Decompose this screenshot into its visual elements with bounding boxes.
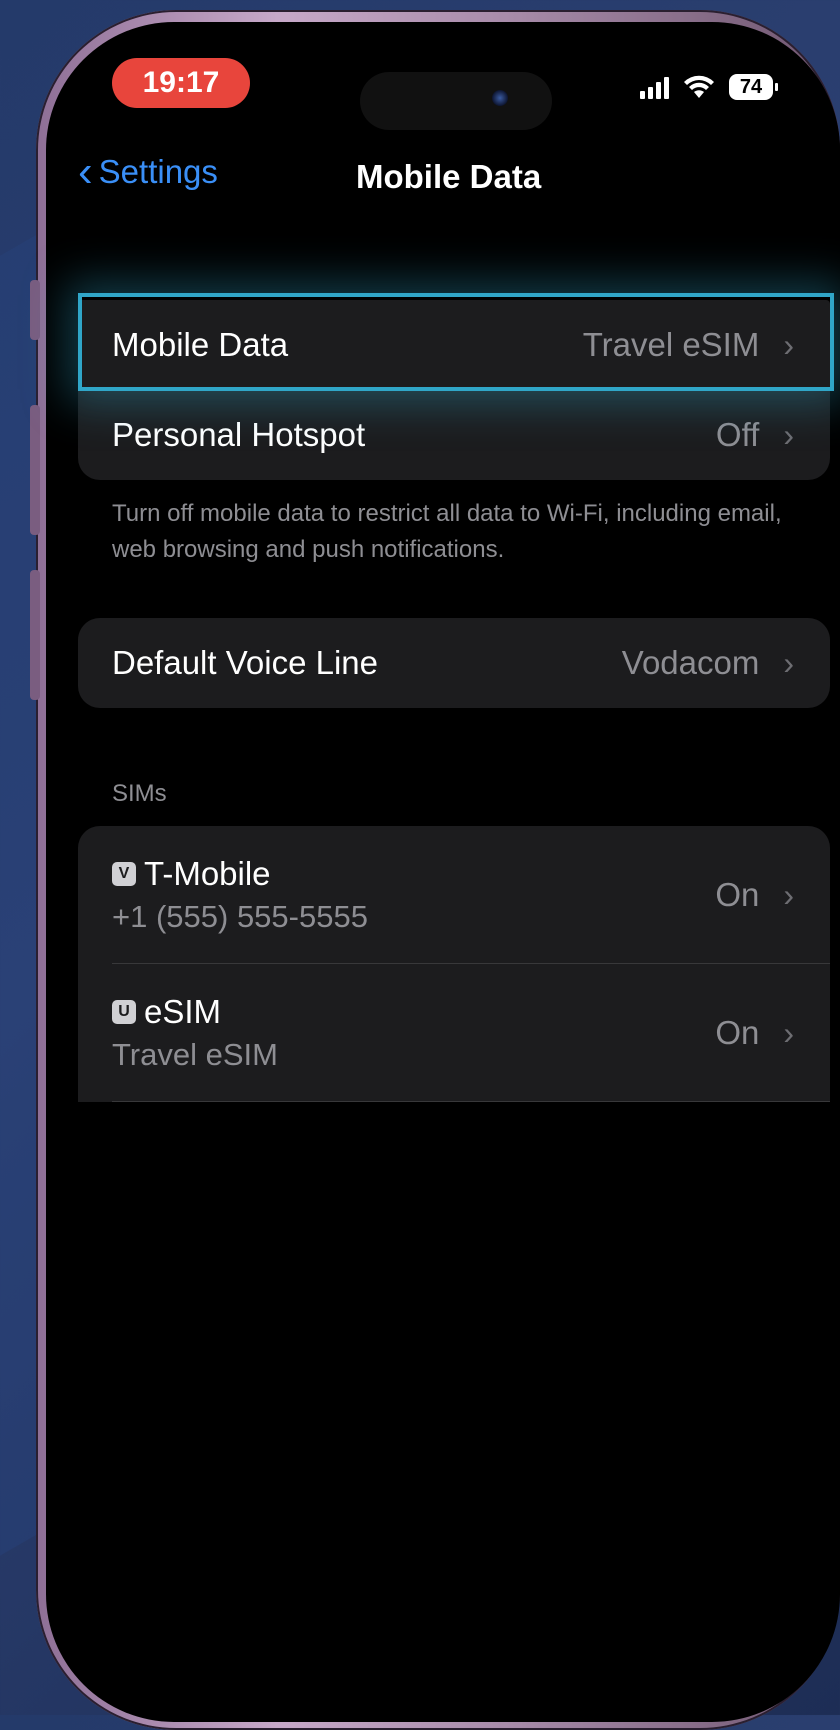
chevron-left-icon: ‹ [78,147,93,196]
dynamic-island [360,72,552,130]
sim-status: On [715,876,760,913]
sim-label: Travel eSIM [112,1037,278,1072]
row-value: Vodacom [621,644,760,681]
back-button[interactable]: ‹ Settings [78,150,218,194]
mobile-data-group: Mobile Data Travel eSIM › Personal Hotsp… [78,300,830,480]
row-label: Default Voice Line [112,644,379,681]
navigation-bar: ‹ Settings Mobile Data [78,150,840,210]
chevron-right-icon: › [783,876,794,913]
chevron-right-icon: › [783,416,794,453]
status-time: 19:17 [112,58,250,108]
voice-line-group: Default Voice Line Vodacom › [78,618,830,708]
row-mobile-data[interactable]: Mobile Data Travel eSIM › [78,300,830,390]
wifi-icon [684,75,714,98]
volume-up-button [30,405,40,535]
row-value: Travel eSIM [582,326,760,363]
row-separator [112,1101,830,1102]
sim-row-t-mobile[interactable]: V T-Mobile +1 (555) 555-5555 On › [78,826,830,964]
sim-badge-icon: U [112,1000,136,1024]
row-value: Off [715,416,760,453]
sim-status: On [715,1014,760,1051]
back-label: Settings [98,153,218,190]
sim-row-esim[interactable]: U eSIM Travel eSIM On › [78,964,830,1102]
sim-name: T-Mobile [144,855,271,892]
row-label: Mobile Data [112,326,289,363]
battery-icon: 74 [729,74,778,100]
camera-icon [492,90,508,106]
page-title: Mobile Data [356,158,542,195]
row-label: Personal Hotspot [112,416,366,453]
status-icons: 74 [640,70,778,104]
sims-section-header: SIMs [112,780,167,807]
row-personal-hotspot[interactable]: Personal Hotspot Off › [78,390,830,480]
chevron-right-icon: › [783,326,794,363]
sim-name: eSIM [144,993,222,1030]
sims-group: V T-Mobile +1 (555) 555-5555 On › U eSIM… [78,826,830,1102]
mute-switch [30,280,40,340]
chevron-right-icon: › [783,644,794,681]
cellular-signal-icon [640,75,669,99]
sim-number: +1 (555) 555-5555 [112,899,368,934]
row-default-voice-line[interactable]: Default Voice Line Vodacom › [78,618,830,708]
mobile-data-footnote: Turn off mobile data to restrict all dat… [112,500,782,563]
sim-badge-icon: V [112,862,136,886]
chevron-right-icon: › [783,1014,794,1051]
volume-down-button [30,570,40,700]
